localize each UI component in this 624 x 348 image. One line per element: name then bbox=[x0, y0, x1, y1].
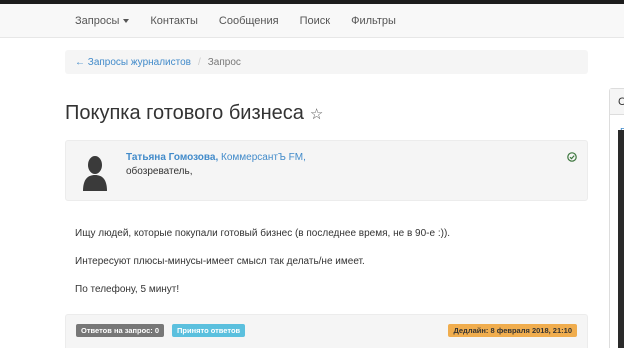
nav-contacts[interactable]: Контакты bbox=[150, 15, 198, 27]
author-line: Татьяна Гомозова, КоммерсантЪ FM, bbox=[126, 152, 306, 163]
nav-search[interactable]: Поиск bbox=[300, 15, 330, 27]
author-organization-link[interactable]: КоммерсантЪ FM, bbox=[221, 152, 306, 163]
main-navbar: Запросы Контакты Сообщения Поиск Фильтры bbox=[0, 4, 624, 38]
author-role: обозреватель, bbox=[126, 166, 193, 177]
nav-filters[interactable]: Фильтры bbox=[351, 15, 396, 27]
page-title-row: Покупка готового бизнеса ☆ bbox=[65, 102, 323, 125]
chevron-down-icon bbox=[123, 18, 130, 23]
page-title: Покупка готового бизнеса bbox=[65, 102, 304, 124]
request-footer: Ответов на запрос: 0 Принято ответов Дед… bbox=[65, 314, 588, 348]
request-paragraph-1: Ищу людей, которые покупали готовый бизн… bbox=[75, 228, 451, 239]
breadcrumb-back-link[interactable]: ← Запросы журналистов bbox=[75, 57, 191, 68]
breadcrumb: ← Запросы журналистов / Запрос bbox=[65, 50, 588, 74]
sidebar-header: С bbox=[610, 89, 624, 115]
request-paragraph-3: По телефону, 5 минут! bbox=[75, 284, 180, 295]
star-outline-icon[interactable]: ☆ bbox=[310, 105, 323, 123]
breadcrumb-separator: / bbox=[197, 56, 201, 68]
nav-requests-dropdown[interactable]: Запросы bbox=[75, 14, 130, 27]
window-edge-shadow bbox=[618, 130, 624, 348]
answers-count-badge: Ответов на запрос: 0 bbox=[76, 324, 165, 337]
nav-messages[interactable]: Сообщения bbox=[219, 15, 279, 27]
accepted-answers-badge: Принято ответов bbox=[172, 324, 246, 337]
deadline-badge: Дедлайн: 8 февраля 2018, 21:10 bbox=[448, 324, 577, 337]
author-card: Татьяна Гомозова, КоммерсантЪ FM, обозре… bbox=[65, 140, 588, 201]
author-name-link[interactable]: Татьяна Гомозова, bbox=[126, 152, 218, 163]
check-circle-icon bbox=[567, 152, 577, 162]
person-silhouette-icon bbox=[83, 156, 107, 191]
request-paragraph-2: Интересуют плюсы-минусы-имеет смысл так … bbox=[75, 256, 365, 267]
nav-requests-label: Запросы bbox=[75, 14, 120, 27]
breadcrumb-current: Запрос bbox=[207, 56, 241, 68]
